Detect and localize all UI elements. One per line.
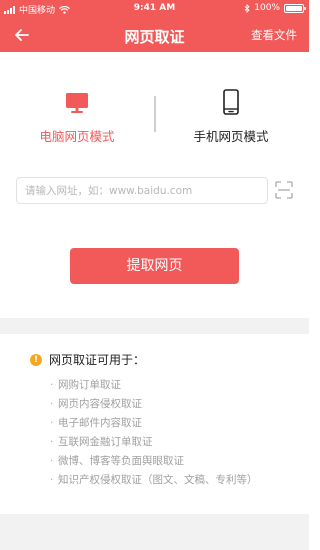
list-item: · 网页内容侵权取证: [50, 398, 142, 410]
battery-icon: [284, 3, 306, 13]
uses-header: ! 网页取证可用于：: [30, 351, 145, 368]
status-bar: 中国移动 9:41 AM 100%: [0, 0, 309, 17]
uses-list: · 网购订单取证 · 网页内容侵权取证 · 电子邮件内容取证 · 互联网金融订单取证 ·…: [50, 376, 258, 490]
list-item: · 网购订单取证: [50, 379, 121, 391]
battery-percent: 100%: [254, 3, 280, 13]
fetch-page-button[interactable]: 提取网页: [70, 248, 239, 284]
list-item: · 知识产权侵权取证（图文、文稿、专利等）: [50, 474, 258, 486]
uses-title: 网页取证可用于：: [49, 353, 146, 367]
bottom-band: [0, 514, 309, 550]
url-input[interactable]: [16, 177, 268, 204]
mobile-mode-label: 手机网页模式: [193, 129, 269, 144]
monitor-icon: [66, 93, 88, 113]
bluetooth-icon: [244, 3, 250, 13]
mobile-mode-option[interactable]: 手机网页模式: [156, 88, 306, 145]
list-item: · 电子邮件内容取证: [50, 417, 142, 429]
back-button[interactable]: [12, 25, 32, 45]
uses-section: ! 网页取证可用于： · 网购订单取证 · 网页内容侵权取证 · 电子邮件内容取证 ·…: [0, 334, 309, 514]
url-row: [16, 177, 293, 204]
list-item: · 互联网金融订单取证: [50, 436, 153, 448]
scan-icon[interactable]: [275, 181, 293, 199]
list-item: · 微博、博客等负面舆眼取证: [50, 455, 184, 467]
nav-bar: 网页取证 查看文件: [0, 17, 309, 52]
phone-icon: [223, 89, 239, 115]
arrow-left-icon: [15, 29, 29, 41]
info-icon: !: [30, 353, 42, 366]
view-files-button[interactable]: 查看文件: [251, 27, 297, 43]
status-right: 100%: [244, 3, 306, 13]
desktop-mode-option[interactable]: 电脑网页模式: [2, 88, 152, 145]
section-divider: [0, 318, 309, 334]
desktop-mode-label: 电脑网页模式: [39, 129, 115, 144]
mode-selector: 电脑网页模式 手机网页模式: [0, 52, 309, 172]
